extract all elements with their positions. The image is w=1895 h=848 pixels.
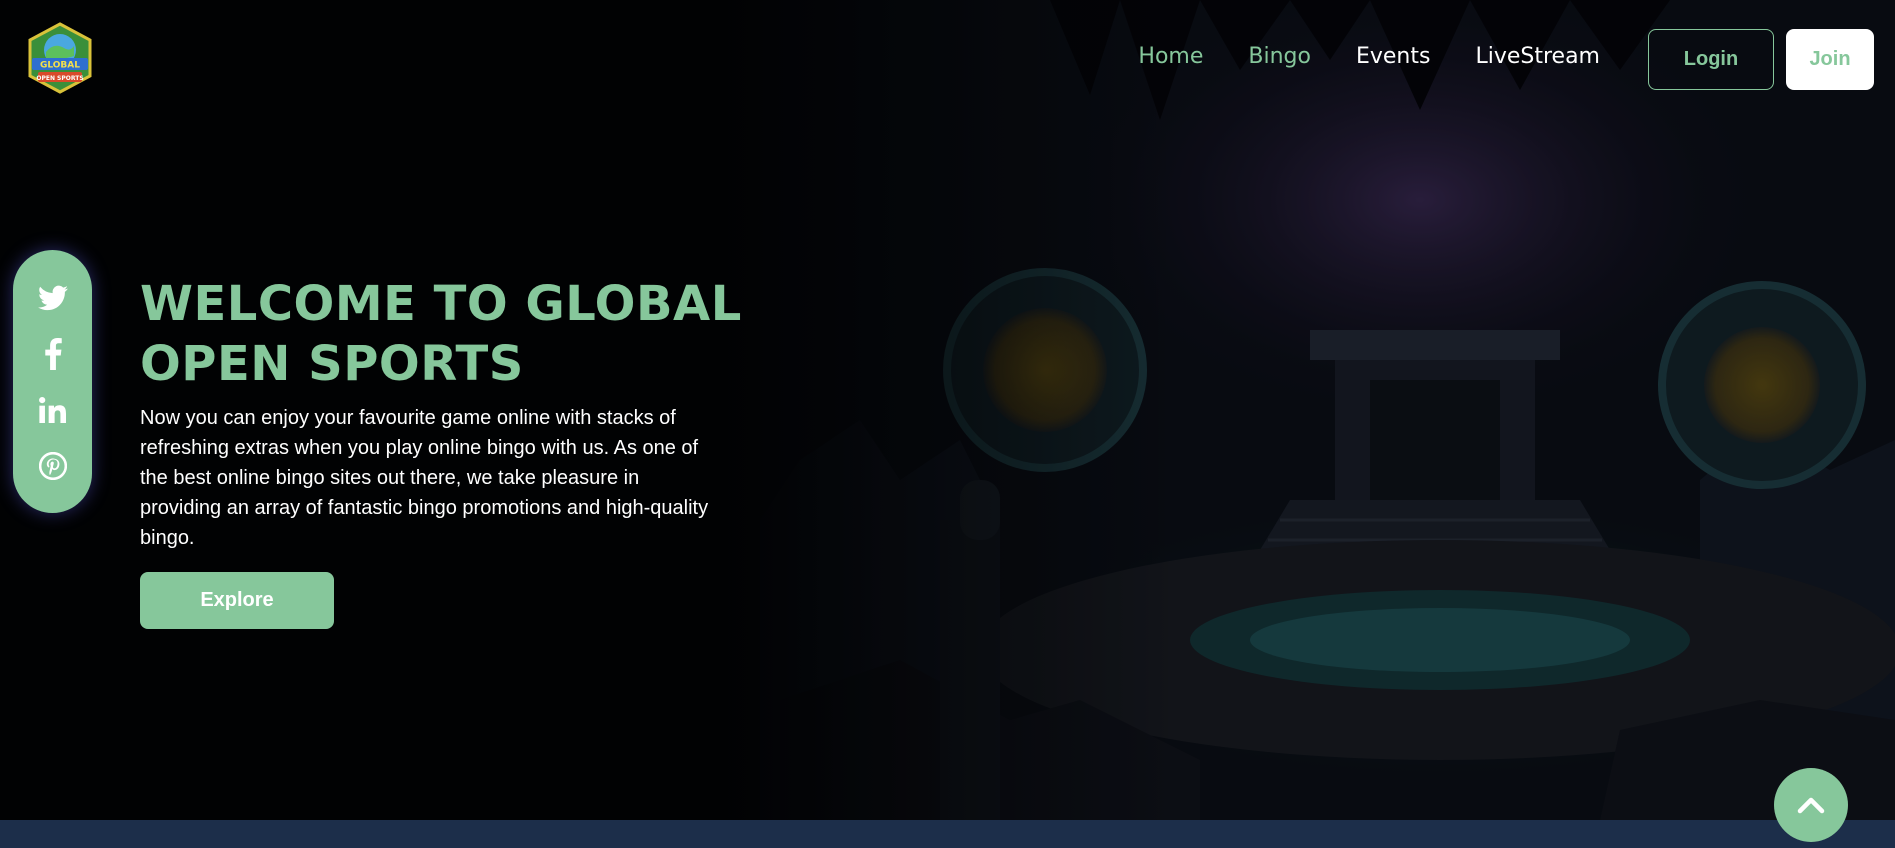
hero-section: GLOBAL OPEN SPORTS Home Bingo Events Liv…: [0, 0, 1895, 820]
svg-text:GLOBAL: GLOBAL: [40, 61, 80, 71]
nav-events[interactable]: Events: [1356, 44, 1431, 69]
nav-home[interactable]: Home: [1138, 44, 1203, 69]
explore-button[interactable]: Explore: [140, 572, 334, 629]
scroll-to-top-button[interactable]: [1774, 768, 1848, 842]
login-button[interactable]: Login: [1648, 29, 1774, 90]
social-links: [13, 250, 92, 513]
linkedin-icon[interactable]: [35, 392, 71, 428]
join-button[interactable]: Join: [1786, 29, 1874, 90]
next-section-band: [0, 820, 1895, 848]
hero-description: Now you can enjoy your favourite game on…: [140, 407, 709, 549]
chevron-up-icon: [1797, 797, 1825, 814]
global-open-sports-logo[interactable]: GLOBAL OPEN SPORTS: [24, 22, 96, 94]
svg-text:OPEN SPORTS: OPEN SPORTS: [36, 75, 83, 82]
twitter-icon[interactable]: [35, 280, 71, 316]
nav-livestream[interactable]: LiveStream: [1475, 44, 1600, 69]
hero-title: WELCOME TO GLOBAL OPEN SPORTS: [140, 276, 742, 392]
nav-bingo[interactable]: Bingo: [1248, 44, 1311, 69]
main-nav: Home Bingo Events LiveStream: [1138, 44, 1600, 69]
facebook-icon[interactable]: [35, 336, 71, 372]
pinterest-icon[interactable]: [35, 448, 71, 484]
